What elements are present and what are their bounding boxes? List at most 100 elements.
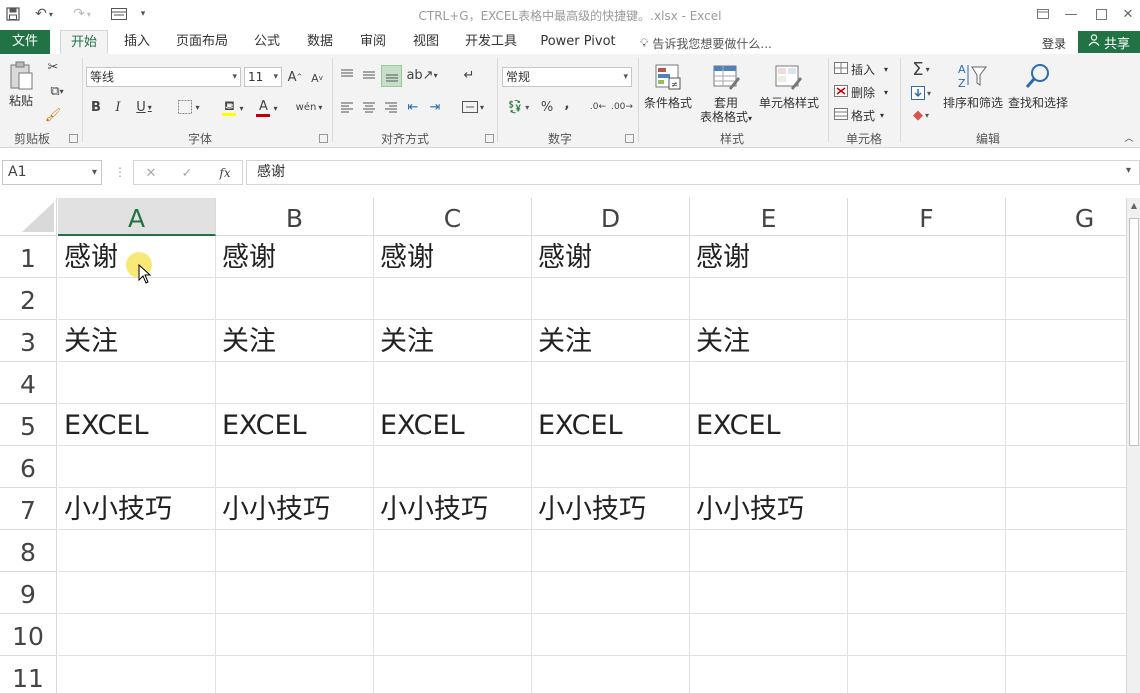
cell-styles-icon[interactable] [772, 62, 804, 92]
format-cells-button[interactable]: 格式 ▾ [834, 107, 884, 124]
cell-e2[interactable] [690, 278, 848, 320]
percent-button[interactable]: % [538, 98, 556, 116]
format-as-table-label-2[interactable]: 表格格式▾ [692, 110, 760, 126]
comma-button[interactable]: , [560, 95, 574, 113]
cell-g4[interactable] [1006, 362, 1126, 404]
scroll-up-icon[interactable]: ▲ [1127, 198, 1140, 214]
clipboard-launcher-icon[interactable] [69, 134, 78, 143]
cell-c1[interactable]: 感谢 [374, 236, 532, 278]
cell-f6[interactable] [848, 446, 1006, 488]
cell-f1[interactable] [848, 236, 1006, 278]
tab-view[interactable]: 视图 [405, 30, 447, 54]
cell-a6[interactable] [58, 446, 216, 488]
underline-icon[interactable]: U ▾ [132, 98, 156, 116]
cell-d1[interactable]: 感谢 [532, 236, 690, 278]
cell-f10[interactable] [848, 614, 1006, 656]
cell-b11[interactable] [216, 656, 374, 693]
row-header-4[interactable]: 4 [0, 362, 57, 404]
conditional-format-icon[interactable]: ≠ [652, 62, 684, 92]
collapse-ribbon-icon[interactable]: ︿ [1122, 130, 1136, 144]
cell-c7[interactable]: 小小技巧 [374, 488, 532, 530]
paste-label[interactable]: 粘贴 [6, 94, 36, 108]
column-header-c[interactable]: C [374, 198, 532, 236]
cell-f7[interactable] [848, 488, 1006, 530]
cell-e10[interactable] [690, 614, 848, 656]
cell-a10[interactable] [58, 614, 216, 656]
cell-g2[interactable] [1006, 278, 1126, 320]
tab-formulas[interactable]: 公式 [246, 30, 288, 54]
cell-e1[interactable]: 感谢 [690, 236, 848, 278]
clear-icon[interactable]: ◆ ▾ [906, 106, 936, 124]
cell-b8[interactable] [216, 530, 374, 572]
cell-a11[interactable] [58, 656, 216, 693]
cell-d5[interactable]: EXCEL [532, 404, 690, 446]
merge-center-icon[interactable]: ▾ [458, 98, 488, 116]
cell-d6[interactable] [532, 446, 690, 488]
cell-e11[interactable] [690, 656, 848, 693]
format-painter-icon[interactable]: 🖌︎ [44, 106, 62, 124]
column-header-f[interactable]: F [848, 198, 1006, 236]
phonetic-icon[interactable]: wén ▾ [292, 97, 326, 117]
align-left-icon[interactable] [338, 98, 356, 116]
cell-c4[interactable] [374, 362, 532, 404]
cell-b3[interactable]: 关注 [216, 320, 374, 362]
minimize-icon[interactable]: — [1056, 3, 1086, 25]
row-header-11[interactable]: 11 [0, 656, 57, 693]
row-header-2[interactable]: 2 [0, 278, 57, 320]
cell-g3[interactable] [1006, 320, 1126, 362]
cell-d8[interactable] [532, 530, 690, 572]
cell-g7[interactable] [1006, 488, 1126, 530]
conditional-format-button[interactable]: 条件格式 [640, 96, 696, 110]
cell-a7[interactable]: 小小技巧 [58, 488, 216, 530]
cell-f4[interactable] [848, 362, 1006, 404]
column-header-a[interactable]: A [58, 198, 216, 236]
restore-icon[interactable] [1028, 3, 1058, 25]
column-header-d[interactable]: D [532, 198, 690, 236]
cell-b7[interactable]: 小小技巧 [216, 488, 374, 530]
row-header-1[interactable]: 1 [0, 236, 57, 278]
font-color-icon[interactable]: A ▾ [252, 98, 282, 118]
cell-e7[interactable]: 小小技巧 [690, 488, 848, 530]
decrease-decimal-icon[interactable]: .00→ [611, 98, 633, 116]
currency-icon[interactable]: 💱︎ ▾ [503, 98, 533, 116]
name-box[interactable]: A1 ▾ [2, 160, 102, 185]
delete-cells-button[interactable]: 删除 ▾ [834, 84, 888, 101]
cell-a2[interactable] [58, 278, 216, 320]
tab-home[interactable]: 开始 [60, 30, 108, 54]
cell-e4[interactable] [690, 362, 848, 404]
cell-e3[interactable]: 关注 [690, 320, 848, 362]
tab-review[interactable]: 审阅 [352, 30, 394, 54]
orientation-icon[interactable]: ab↗ ▾ [406, 66, 437, 84]
row-header-6[interactable]: 6 [0, 446, 57, 488]
cell-g5[interactable] [1006, 404, 1126, 446]
cell-f11[interactable] [848, 656, 1006, 693]
vertical-scrollbar[interactable]: ▲ [1126, 198, 1140, 693]
cell-c9[interactable] [374, 572, 532, 614]
cell-g8[interactable] [1006, 530, 1126, 572]
cell-d4[interactable] [532, 362, 690, 404]
autosum-icon[interactable]: Σ ▾ [906, 59, 936, 80]
row-header-5[interactable]: 5 [0, 404, 57, 446]
increase-indent-icon[interactable]: ⇥ [426, 98, 444, 116]
cell-c6[interactable] [374, 446, 532, 488]
tab-developer[interactable]: 开发工具 [457, 30, 525, 54]
cell-b6[interactable] [216, 446, 374, 488]
column-header-e[interactable]: E [690, 198, 848, 236]
align-middle-icon[interactable] [360, 66, 378, 84]
cell-styles-button[interactable]: 单元格样式 [756, 96, 822, 110]
cell-g1[interactable] [1006, 236, 1126, 278]
cell-c3[interactable]: 关注 [374, 320, 532, 362]
close-icon[interactable]: ✕ [1113, 3, 1140, 25]
cell-a8[interactable] [58, 530, 216, 572]
cell-b5[interactable]: EXCEL [216, 404, 374, 446]
cut-icon[interactable]: ✂ [44, 58, 62, 76]
cell-e9[interactable] [690, 572, 848, 614]
column-header-b[interactable]: B [216, 198, 374, 236]
row-header-10[interactable]: 10 [0, 614, 57, 656]
font-name-select[interactable]: 等线 ▾ [86, 67, 241, 87]
fill-icon[interactable]: ▾ [906, 84, 936, 102]
italic-icon[interactable]: I [110, 98, 126, 116]
cell-d9[interactable] [532, 572, 690, 614]
find-select-button[interactable]: 查找和选择 [1004, 96, 1072, 110]
cell-f3[interactable] [848, 320, 1006, 362]
